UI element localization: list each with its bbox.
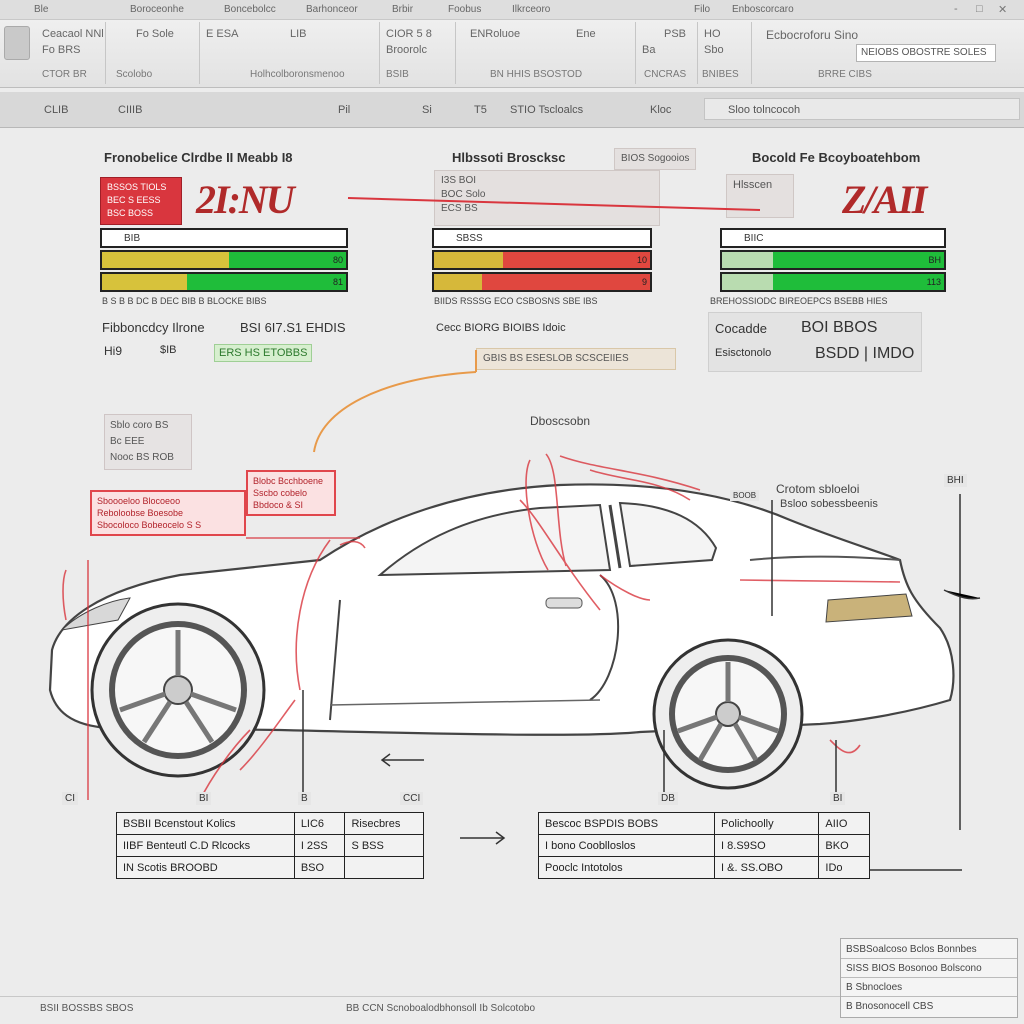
summary-box: BSBSoalcoso Bclos Bonnbes SISS BIOS Boso… bbox=[840, 938, 1018, 1018]
status-text: BSII BOSSBS SBOS bbox=[40, 1003, 134, 1014]
table-row[interactable]: IIBF Benteutl C.D Rlcocks I 2SS S BSS bbox=[116, 834, 424, 857]
callout-line: Bbdoco & SI bbox=[253, 500, 304, 510]
table-cell: LIC6 bbox=[293, 812, 346, 835]
spec-table-right: Bescoc BSPDIS BOBS Polichoolly AIIO I bo… bbox=[537, 812, 870, 879]
table-row[interactable]: I bono Cooblloslos I 8.S9SO BKO bbox=[537, 834, 870, 857]
diagram-sublabel: Bsloo sobessbeenis bbox=[780, 498, 878, 510]
spec-table-left: BSBII Bcenstout Kolics LIC6 Risecbres II… bbox=[116, 812, 424, 879]
rear-wheel bbox=[652, 638, 804, 790]
table-cell: BSBII Bcenstout Kolics bbox=[116, 812, 295, 835]
callout-line: Sbocoloco Bobeocelo S S bbox=[97, 520, 202, 530]
table-row[interactable]: BSBII Bcenstout Kolics LIC6 Risecbres bbox=[116, 812, 424, 835]
note-line: Nooc BS ROB bbox=[110, 452, 174, 463]
table-row[interactable]: IN Scotis BROOBD BSO bbox=[116, 856, 424, 879]
note-line: Bc EEE bbox=[110, 436, 145, 447]
table-cell bbox=[344, 856, 424, 879]
diagram-label: Crotom sbloeloi bbox=[776, 482, 860, 496]
table-cell: Pooclc Intotolos bbox=[537, 856, 716, 879]
leader-line bbox=[313, 371, 477, 453]
table-cell: Bescoc BSPDIS BOBS bbox=[537, 812, 716, 835]
dimension-tick: CI bbox=[62, 792, 78, 805]
front-wheel bbox=[90, 602, 266, 778]
note-line: Sblo coro BS bbox=[110, 420, 169, 431]
table-cell: BSO bbox=[293, 856, 346, 879]
dimension-tick: CCI bbox=[400, 792, 424, 805]
status-text: BB CCN Scnoboalodbhonsoll Ib Solcotobo bbox=[346, 1003, 536, 1014]
table-cell: I &. SS.OBO bbox=[714, 856, 820, 879]
door-handle bbox=[545, 597, 583, 609]
summary-row: B Bnosonocell CBS bbox=[846, 1001, 934, 1012]
table-cell: IN Scotis BROOBD bbox=[116, 856, 295, 879]
callout-box[interactable]: Sboooeloo Blocoeoo Reboloobse Boesobe Sb… bbox=[90, 490, 246, 536]
table-cell: AIIO bbox=[818, 812, 870, 835]
table-row[interactable]: Pooclc Intotolos I &. SS.OBO IDo bbox=[537, 856, 870, 879]
callout-line: Sscbo cobelo bbox=[253, 488, 308, 498]
dimension-tick: BI bbox=[196, 792, 212, 805]
diagram-title: Dboscsobn bbox=[530, 414, 591, 428]
callout-line: Blobc Bcchboene bbox=[253, 476, 324, 486]
table-cell: S BSS bbox=[344, 834, 424, 857]
status-bar: BSII BOSSBS SBOS BB CCN Scnoboalodbhonso… bbox=[0, 996, 840, 1020]
summary-row: B Sbnocloes bbox=[841, 979, 1017, 997]
summary-row: BSBSoalcoso Bclos Bonnbes bbox=[841, 941, 1017, 959]
table-cell: BKO bbox=[818, 834, 870, 857]
table-cell: Polichoolly bbox=[714, 812, 820, 835]
table-cell: Risecbres bbox=[344, 812, 424, 835]
dimension-tick: BI bbox=[830, 792, 846, 805]
table-cell: I 2SS bbox=[293, 834, 346, 857]
table-cell: IIBF Benteutl C.D Rlcocks bbox=[116, 834, 295, 857]
table-cell: IDo bbox=[818, 856, 870, 879]
callout-line: Sboooeloo Blocoeoo bbox=[97, 496, 181, 506]
dimension-tick: B bbox=[298, 792, 311, 805]
table-cell: I 8.S9SO bbox=[714, 834, 820, 857]
leader-line bbox=[347, 197, 761, 211]
table-cell: I bono Cooblloslos bbox=[537, 834, 716, 857]
table-row[interactable]: Bescoc BSPDIS BOBS Polichoolly AIIO bbox=[537, 812, 870, 835]
callout-box[interactable]: Blobc Bcchboene Sscbo cobelo Bbdoco & SI bbox=[246, 470, 336, 516]
callout-line: Reboloobse Boesobe bbox=[97, 508, 184, 518]
diagram-tag: BOOB bbox=[730, 490, 760, 501]
dimension-tick: DB bbox=[658, 792, 678, 805]
diagram-tag: BHI bbox=[944, 474, 967, 487]
summary-row: SISS BIOS Bosonoo Bolscono bbox=[841, 960, 1017, 978]
diagram-note: Sblo coro BS Bc EEE Nooc BS ROB bbox=[104, 414, 192, 470]
